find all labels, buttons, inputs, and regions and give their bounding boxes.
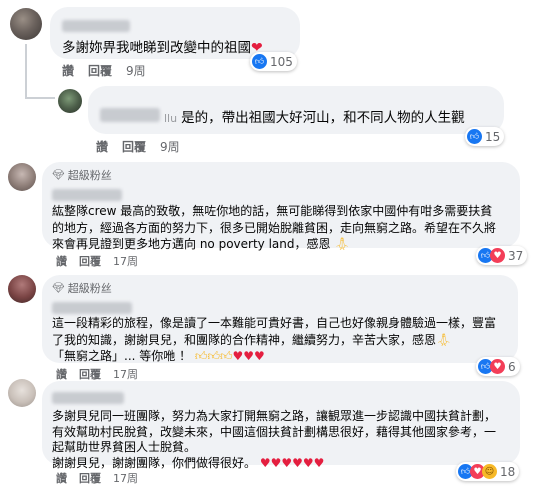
comment-bubble: 💎︎ 超級粉丝 紘整隊crew 最高的致敬，無咗你地的話，無可能睇得到依家中國仲… <box>42 162 520 251</box>
reaction-summary[interactable]: 👍︎ 105 <box>250 52 297 71</box>
comment-text: 多謝妳畀我哋睇到改變中的祖國 <box>62 40 251 56</box>
reply-button[interactable]: 回覆 <box>122 138 146 155</box>
comment-text: 是的，帶出祖國大好河山，和不同人物的人生觀 <box>181 110 465 126</box>
thread-connector <box>25 97 55 99</box>
like-button[interactable]: 讚 <box>56 253 67 269</box>
top-fan-badge: 💎︎ 超級粉丝 <box>52 169 112 182</box>
care-icon: ☺ <box>482 464 497 479</box>
reaction-summary[interactable]: 👍︎ 15 <box>465 127 505 146</box>
comment-line: 來會再見證到更多地方邁向 no poverty land，感恩 <box>52 237 331 251</box>
avatar[interactable] <box>8 275 36 303</box>
thumbs-up-emoji: 👍︎👍︎👍︎ <box>194 349 233 363</box>
comment-actions: 讚 回覆 17周 <box>56 470 138 486</box>
comment-line: 紘整隊crew 最高的致敬，無咗你地的話，無可能睇得到依家中國仲有咁多需要扶貧 <box>52 204 493 218</box>
top-fan-badge: 💎︎ 超級粉丝 <box>52 282 112 295</box>
commenter-name[interactable] <box>52 188 122 201</box>
comment-actions: 讚 回覆 17周 <box>56 253 138 269</box>
comment-line: 多謝貝兒同一班團隊，努力為大家打開無窮之路，讓観眾進一步認識中國扶貧計劃， <box>52 409 497 423</box>
diamond-icon: 💎︎ <box>52 282 65 294</box>
comment-actions: 讚 回覆 17周 <box>56 366 138 382</box>
comment-line: 了我的知識，謝謝貝兒，和團隊的合作精神，繼續努力，辛苦大家，感恩 <box>52 332 437 347</box>
love-icon: ♥ <box>490 248 505 263</box>
reply-button[interactable]: 回覆 <box>88 62 112 79</box>
reply-button[interactable]: 回覆 <box>79 366 101 382</box>
timestamp[interactable]: 17周 <box>113 366 138 382</box>
reaction-summary[interactable]: 👍︎ ♥ ☺ 18 <box>456 462 520 481</box>
timestamp[interactable]: 9周 <box>160 138 180 155</box>
avatar[interactable] <box>8 163 36 191</box>
comment-line: 有效幫助村民脫貧，改變未來，中國這個扶貧計劃構思很好，藉得其他國家參考，一 <box>52 424 497 439</box>
diamond-icon: 💎︎ <box>52 169 65 181</box>
like-button[interactable]: 讚 <box>62 62 74 79</box>
reply-button[interactable]: 回覆 <box>79 470 101 486</box>
reaction-count: 15 <box>485 129 501 144</box>
praying-hands-emoji: 🙏︎ <box>436 332 452 347</box>
reaction-count: 6 <box>508 359 516 374</box>
comment-bubble: 💎︎ 超級粉丝 這一段精彩的旅程，像是讀了一本難能可貴好書，自己也好像親身體驗過… <box>42 275 518 363</box>
like-icon: 👍︎ <box>252 54 267 69</box>
comment-bubble: 多謝貝兒同一班團隊，努力為大家打開無窮之路，讓観眾進一步認識中國扶貧計劃， 有效… <box>42 381 520 470</box>
avatar[interactable] <box>8 379 36 407</box>
timestamp[interactable]: 17周 <box>113 253 138 269</box>
commenter-name[interactable] <box>52 301 132 314</box>
heart-emoji: ♥♥♥ <box>232 349 265 363</box>
reaction-count: 18 <box>500 464 516 479</box>
like-icon: 👍︎ <box>467 129 482 144</box>
thread-line <box>25 44 27 99</box>
reaction-count: 37 <box>508 248 524 263</box>
like-button[interactable]: 讚 <box>56 366 67 382</box>
timestamp[interactable]: 9周 <box>126 62 146 79</box>
comment-line: 的地方，經過各方面的努力下，很多已開始脫離貧困，走向無窮之路。希望在不久將 <box>52 220 497 235</box>
timestamp[interactable]: 17周 <box>113 470 138 486</box>
heart-emoji: ♥♥♥♥♥♥ <box>259 455 325 470</box>
avatar[interactable] <box>58 89 82 113</box>
avatar[interactable] <box>10 8 42 40</box>
comment-actions: 讚 回覆 9周 <box>62 62 146 79</box>
reaction-summary[interactable]: 👍︎ ♥ 6 <box>476 357 520 376</box>
reply-button[interactable]: 回覆 <box>79 253 101 269</box>
commenter-name-fragment: llu <box>164 112 178 125</box>
comment-actions: 讚 回覆 9周 <box>96 138 180 155</box>
commenter-name[interactable] <box>100 107 160 122</box>
commenter-name[interactable] <box>62 19 130 32</box>
comment-line: 「無窮之路」... 等你咃 ！ <box>52 349 192 363</box>
like-button[interactable]: 讚 <box>56 470 67 486</box>
reaction-count: 105 <box>270 54 293 69</box>
love-icon: ♥ <box>490 359 505 374</box>
reaction-summary[interactable]: 👍︎ ♥ 37 <box>476 246 528 265</box>
comment-bubble: llu 是的，帶出祖國大好河山，和不同人物的人生觀 <box>88 86 504 134</box>
like-button[interactable]: 讚 <box>96 138 108 155</box>
comment-line: 這一段精彩的旅程，像是讀了一本難能可貴好書，自己也好像親身體驗過一樣，豐富 <box>52 316 497 330</box>
praying-hands-emoji: 🙏︎ <box>334 237 350 251</box>
comment-line: 起幫助世界貧困人士脫貧。 <box>52 440 197 454</box>
commenter-name[interactable] <box>52 391 124 404</box>
comment-line: 謝謝貝兒，謝謝團隊，你們做得很好。 <box>52 455 257 470</box>
